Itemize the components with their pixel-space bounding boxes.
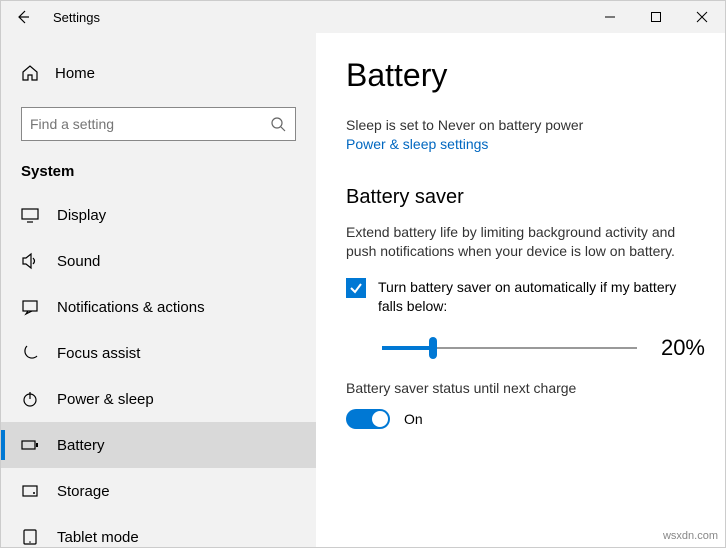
nav-label: Battery (57, 437, 105, 454)
window-title: Settings (45, 10, 100, 25)
nav-label: Notifications & actions (57, 299, 205, 316)
nav-label: Display (57, 207, 106, 224)
category-heading: System (21, 163, 316, 180)
battery-saver-description: Extend battery life by limiting backgrou… (346, 223, 705, 262)
slider-thumb[interactable] (429, 337, 437, 359)
nav-tablet-mode[interactable]: Tablet mode (1, 514, 316, 547)
nav-sound[interactable]: Sound (1, 238, 316, 284)
battery-icon (21, 436, 39, 454)
search-box[interactable] (21, 107, 296, 141)
threshold-slider[interactable] (382, 338, 637, 358)
nav-label: Power & sleep (57, 391, 154, 408)
page-title: Battery (346, 57, 705, 94)
nav-list: Display Sound Notifications & actions Fo… (1, 192, 316, 547)
battery-saver-heading: Battery saver (346, 186, 705, 209)
home-nav[interactable]: Home (21, 53, 316, 93)
titlebar: Settings (1, 1, 725, 33)
power-sleep-link[interactable]: Power & sleep settings (346, 136, 705, 152)
sidebar: Home System Display Sound Notifications … (1, 33, 316, 547)
watermark: wsxdn.com (663, 530, 718, 542)
maximize-button[interactable] (633, 1, 679, 33)
maximize-icon (647, 8, 665, 26)
display-icon (21, 206, 39, 224)
search-icon (269, 115, 287, 133)
auto-saver-checkbox[interactable] (346, 278, 366, 298)
back-button[interactable] (1, 1, 45, 33)
home-icon (21, 64, 39, 82)
nav-label: Sound (57, 253, 100, 270)
slider-fill (382, 346, 433, 350)
toggle-thumb (372, 411, 388, 427)
storage-icon (21, 482, 39, 500)
arrow-left-icon (14, 8, 32, 26)
check-icon (349, 281, 363, 295)
nav-label: Tablet mode (57, 529, 139, 546)
search-input[interactable] (30, 116, 269, 132)
home-label: Home (55, 65, 95, 82)
sleep-status-text: Sleep is set to Never on battery power (346, 116, 705, 136)
close-button[interactable] (679, 1, 725, 33)
toggle-state-label: On (404, 411, 423, 427)
close-icon (693, 8, 711, 26)
notifications-icon (21, 298, 39, 316)
tablet-icon (21, 528, 39, 546)
power-icon (21, 390, 39, 408)
nav-power-sleep[interactable]: Power & sleep (1, 376, 316, 422)
nav-battery[interactable]: Battery (1, 422, 316, 468)
sound-icon (21, 252, 39, 270)
nav-label: Storage (57, 483, 110, 500)
auto-saver-label: Turn battery saver on automatically if m… (378, 278, 705, 317)
minimize-button[interactable] (587, 1, 633, 33)
saver-toggle[interactable] (346, 409, 390, 429)
threshold-value: 20% (655, 335, 705, 361)
saver-status-label: Battery saver status until next charge (346, 379, 705, 399)
main-panel: Battery Sleep is set to Never on battery… (316, 33, 725, 547)
nav-focus-assist[interactable]: Focus assist (1, 330, 316, 376)
nav-notifications[interactable]: Notifications & actions (1, 284, 316, 330)
nav-label: Focus assist (57, 345, 140, 362)
minimize-icon (601, 8, 619, 26)
nav-storage[interactable]: Storage (1, 468, 316, 514)
focus-assist-icon (21, 344, 39, 362)
nav-display[interactable]: Display (1, 192, 316, 238)
